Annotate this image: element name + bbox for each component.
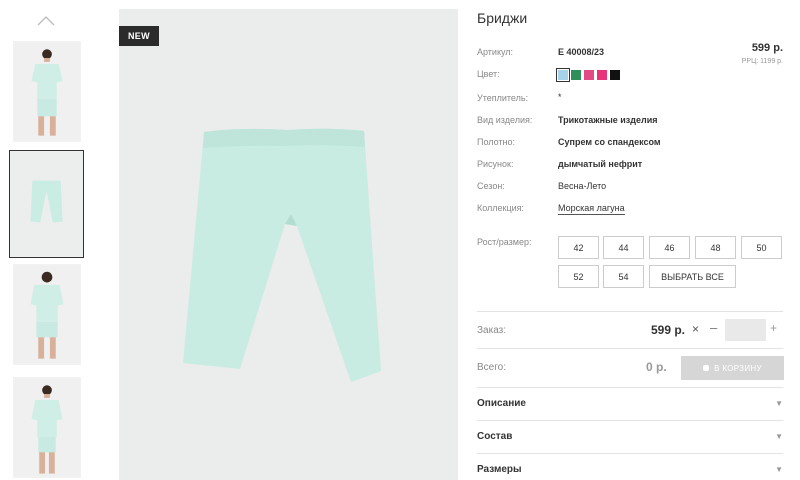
color-swatch-magenta[interactable]: [597, 70, 607, 80]
accordion-composition[interactable]: Состав ▼: [477, 420, 783, 453]
size-button-54[interactable]: 54: [603, 265, 644, 288]
product-type-value: Трикотажные изделия: [558, 115, 658, 125]
chevron-down-icon: ▼: [775, 399, 783, 408]
thumbnail-product[interactable]: [9, 150, 84, 258]
remove-order-icon[interactable]: ×: [692, 322, 699, 336]
fabric-label: Полотно:: [477, 137, 516, 147]
collection-link-wrap: Морская лагуна: [558, 203, 625, 215]
size-button-48[interactable]: 48: [695, 236, 736, 259]
collection-link[interactable]: Морская лагуна: [558, 203, 625, 215]
size-button-44[interactable]: 44: [603, 236, 644, 259]
thumbnail-model-back[interactable]: [13, 264, 81, 365]
model-side-image: [14, 378, 80, 477]
quantity-input[interactable]: [725, 319, 766, 341]
thumbnail-model-front[interactable]: [13, 41, 81, 142]
add-to-cart-label: В КОРЗИНУ: [714, 363, 762, 373]
product-type-label: Вид изделия:: [477, 115, 533, 125]
chevron-down-icon: ▼: [775, 432, 783, 441]
product-title: Бриджи: [477, 10, 528, 26]
size-button-52[interactable]: 52: [558, 265, 599, 288]
insulation-value: *: [558, 92, 562, 102]
accordion-description[interactable]: Описание ▼: [477, 387, 783, 420]
size-button-50[interactable]: 50: [741, 236, 782, 259]
article-value: Е 40008/23: [558, 47, 605, 57]
cart-icon: [703, 365, 710, 371]
select-all-sizes-button[interactable]: ВЫБРАТЬ ВСЕ: [649, 265, 736, 288]
color-swatch-pink[interactable]: [584, 70, 594, 80]
main-product-image[interactable]: NEW: [119, 9, 458, 480]
product-thumbnail-image: [10, 151, 83, 257]
size-button-42[interactable]: 42: [558, 236, 599, 259]
total-value: 0 р.: [646, 360, 667, 374]
color-swatches: [556, 68, 620, 82]
rrp-price: РРЦ: 1199 р.: [741, 58, 783, 65]
collection-label: Коллекция:: [477, 203, 525, 213]
increase-quantity-button[interactable]: +: [770, 321, 777, 335]
model-front-image: [14, 42, 80, 141]
total-label: Всего:: [477, 362, 506, 373]
pattern-label: Рисунок:: [477, 159, 514, 169]
season-label: Сезон:: [477, 181, 505, 191]
order-price: 599 р.: [651, 323, 686, 337]
color-swatch-black[interactable]: [610, 70, 620, 80]
order-label: Заказ:: [477, 325, 507, 336]
color-label: Цвет:: [477, 69, 500, 79]
accordion-sizes[interactable]: Размеры ▼: [477, 453, 783, 480]
color-swatch-light-blue[interactable]: [556, 68, 570, 82]
article-label: Артикул:: [477, 47, 514, 57]
divider: [477, 348, 783, 349]
thumbnail-model-side[interactable]: [13, 377, 81, 478]
product-price: 599 р.: [751, 42, 783, 54]
thumbnails-up-arrow-icon[interactable]: [36, 15, 56, 27]
divider: [477, 311, 783, 312]
fabric-value: Супрем со спандексом: [558, 137, 661, 147]
model-back-image: [14, 265, 80, 364]
accordion-sizes-title: Размеры: [477, 464, 522, 475]
insulation-label: Утеплитель:: [477, 93, 529, 103]
bridges-product-photo: [119, 9, 458, 480]
new-badge: NEW: [119, 26, 159, 46]
size-label: Рост/размер:: [477, 237, 532, 247]
accordion-description-title: Описание: [477, 398, 526, 409]
decrease-quantity-button[interactable]: –: [710, 320, 717, 335]
color-swatch-green[interactable]: [571, 70, 581, 80]
pattern-value: дымчатый нефрит: [558, 159, 643, 169]
chevron-down-icon: ▼: [775, 465, 783, 474]
season-value: Весна-Лето: [558, 181, 607, 191]
size-button-46[interactable]: 46: [649, 236, 690, 259]
accordion-composition-title: Состав: [477, 431, 513, 442]
add-to-cart-button[interactable]: В КОРЗИНУ: [681, 356, 784, 380]
